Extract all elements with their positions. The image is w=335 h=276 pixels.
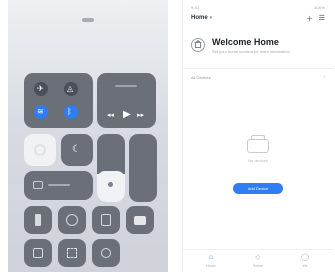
tab-home[interactable]: ⌂ Home	[191, 254, 231, 268]
profile-icon: ◯	[301, 254, 309, 261]
volume-slider[interactable]	[129, 134, 157, 202]
now-playing-title	[115, 85, 137, 87]
tab-scene[interactable]: ◇ Scene	[238, 254, 278, 268]
tab-scene-label: Scene	[253, 264, 263, 268]
home-avatar-icon[interactable]	[191, 38, 205, 52]
screen-mirroring-icon	[33, 181, 43, 189]
quick-toggle-dot	[108, 182, 113, 187]
cellular-data-icon[interactable]: ◬	[64, 82, 78, 96]
empty-state-icon	[247, 135, 269, 153]
control-center: ✈ ◬ ≋ ᛒ ◂◂ ▶ ▸▸ ☾	[8, 0, 168, 272]
add-icon[interactable]: ＋	[306, 14, 313, 24]
do-not-disturb-icon: ☾	[72, 144, 81, 155]
tab-home-label: Home	[206, 264, 216, 268]
flashlight-icon	[35, 214, 41, 226]
screen-mirroring-label	[48, 184, 70, 186]
wifi-icon[interactable]: ≋	[34, 105, 48, 119]
remote-icon	[33, 248, 43, 258]
qr-scanner-icon	[67, 248, 77, 258]
menu-icon[interactable]: ☰	[319, 14, 325, 22]
empty-state-text: No devices	[248, 158, 268, 163]
welcome-title: Welcome Home	[212, 37, 279, 47]
timer-button[interactable]	[58, 206, 86, 234]
tab-me[interactable]: ◯ Me	[285, 254, 325, 268]
orientation-lock-icon	[34, 144, 46, 156]
remote-button[interactable]	[24, 239, 52, 267]
grabber-icon[interactable]	[82, 18, 94, 22]
screen-record-button[interactable]	[92, 239, 120, 267]
calculator-icon	[101, 214, 111, 226]
play-icon[interactable]: ▶	[123, 110, 131, 120]
bluetooth-icon[interactable]: ᛒ	[64, 105, 78, 119]
tab-me-label: Me	[302, 264, 308, 268]
orientation-lock-toggle[interactable]	[24, 134, 56, 166]
timer-icon	[66, 214, 78, 226]
do-not-disturb-toggle[interactable]: ☾	[61, 134, 93, 166]
qr-scanner-button[interactable]	[58, 239, 86, 267]
chevron-right-icon[interactable]: ›	[323, 74, 325, 80]
camera-button[interactable]	[126, 206, 154, 234]
media-tile[interactable]: ◂◂ ▶ ▸▸	[97, 73, 156, 128]
status-battery: 100%	[313, 5, 325, 10]
add-device-button[interactable]: Add Device	[233, 183, 283, 194]
welcome-subtitle: Set your home location for more informat…	[212, 49, 290, 54]
home-selector[interactable]: Home ▾	[191, 15, 212, 21]
previous-track-icon[interactable]: ◂◂	[107, 112, 114, 120]
screen-record-icon	[101, 248, 111, 258]
divider	[183, 68, 333, 69]
connectivity-tile[interactable]: ✈ ◬ ≋ ᛒ	[24, 73, 93, 128]
screen-mirroring-tile[interactable]	[24, 171, 93, 200]
flashlight-button[interactable]	[24, 206, 52, 234]
home-icon: ⌂	[208, 254, 214, 261]
tab-bar: ⌂ Home ◇ Scene ◯ Me	[183, 249, 333, 272]
scene-icon: ◇	[255, 254, 261, 261]
app-screen: 9:41 100% Home ▾ ＋ ☰ Welcome Home Set you…	[182, 0, 333, 272]
quick-toggle-active[interactable]	[97, 171, 125, 199]
calculator-button[interactable]	[92, 206, 120, 234]
home-selector-label: Home	[191, 15, 208, 21]
camera-icon	[134, 216, 146, 225]
next-track-icon[interactable]: ▸▸	[137, 112, 144, 120]
chevron-down-icon: ▾	[209, 15, 213, 21]
section-label[interactable]: All Devices	[191, 75, 211, 80]
status-time: 9:41	[191, 5, 200, 10]
airplane-mode-icon[interactable]: ✈	[34, 82, 48, 96]
